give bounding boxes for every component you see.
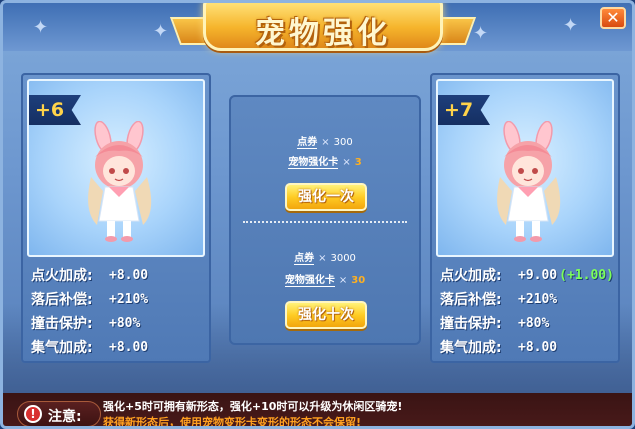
once-cost-cards: 宠物强化卡 × 3 (229, 153, 421, 169)
stat-row-charge: 集气加成: +8.00 (31, 335, 206, 359)
notice-bar: ! 注意: 强化+5时可拥有新形态，强化+10时可以升级为休闲区骑宠! 获得新形… (3, 393, 632, 429)
stat-value: +210% (109, 291, 149, 307)
stat-row-charge: 集气加成: +8.00 (440, 335, 615, 359)
stat-row-ignition: 点火加成: +9.00 (+1.00) (440, 263, 615, 287)
title-banner: 宠物强化 (203, 3, 443, 51)
stat-label: 点火加成: (440, 268, 502, 284)
enhance-options-panel: 点券 × 300 宠物强化卡 × 3 强化一次 点券 × 3000 宠物强化卡 × 30 强化十… (229, 95, 421, 345)
notice-label: 注意: (48, 409, 82, 425)
stat-row-collision: 撞击保护: +80% (31, 311, 206, 335)
stat-label: 撞击保护: (440, 316, 502, 332)
stat-label: 撞击保护: (31, 316, 93, 332)
multiply-sign: × (338, 275, 348, 286)
cost-item-name: 点券 (297, 137, 318, 149)
stat-value: +8.00 (518, 339, 558, 355)
ten-cost-points: 点券 × 3000 (229, 249, 421, 265)
multiply-sign: × (318, 253, 327, 264)
star-icon: ✦ (33, 17, 49, 38)
multiply-sign: × (342, 157, 351, 168)
stat-label: 点火加成: (31, 268, 93, 284)
multiply-sign: × (321, 137, 330, 148)
pet-bunny-icon (88, 121, 152, 242)
once-cost-points: 点券 × 300 (229, 133, 421, 149)
cost-item-qty: 3 (354, 157, 362, 168)
stat-row-catchup: 落后补偿: +210% (440, 287, 615, 311)
notice-text-line-1: 强化+5时可拥有新形态，强化+10时可以升级为休闲区骑宠! (103, 400, 403, 413)
window-title: 宠物强化 (255, 16, 391, 51)
stat-label: 集气加成: (31, 340, 93, 356)
notice-text-line-2: 获得新形态后，使用宠物变形卡变形的形态不会保留! (103, 416, 362, 429)
pet-bunny-icon (497, 121, 561, 242)
next-pet-card: +7 (436, 79, 614, 257)
next-pet-panel: +7 点火加成: +9.00 (+1.00) 落后补偿: +210% 撞击保护:… (430, 73, 620, 363)
ten-cost-cards: 宠物强化卡 × 30 (229, 271, 421, 287)
stat-label: 集气加成: (440, 340, 502, 356)
alert-icon: ! (24, 405, 42, 423)
cost-item-qty: 300 (333, 137, 353, 148)
star-icon: ✦ (563, 15, 579, 36)
cost-item-qty: 30 (351, 275, 366, 286)
stat-row-ignition: 点火加成: +8.00 (31, 263, 206, 287)
stat-value: +8.00 (109, 339, 149, 355)
stat-value: +8.00 (109, 267, 149, 283)
stat-label: 落后补偿: (31, 292, 93, 308)
enhance-ten-button[interactable]: 强化十次 (285, 301, 367, 329)
stat-value: +80% (518, 315, 550, 331)
stat-row-catchup: 落后补偿: +210% (31, 287, 206, 311)
cost-item-name: 点券 (294, 253, 315, 265)
stat-label: 落后补偿: (440, 292, 502, 308)
section-divider (243, 221, 407, 223)
stat-value: +210% (518, 291, 558, 307)
pet-enhance-window: ✦ ✦ ✦ ✦ 宠物强化 ✕ +6 点火加成: +8.00 落后补偿: +210… (0, 0, 635, 429)
next-stats-list: 点火加成: +9.00 (+1.00) 落后补偿: +210% 撞击保护: +8… (440, 263, 615, 359)
cost-item-name: 宠物强化卡 (288, 157, 339, 169)
current-pet-card: +6 (27, 79, 205, 257)
enhance-once-button[interactable]: 强化一次 (285, 183, 367, 211)
stat-row-collision: 撞击保护: +80% (440, 311, 615, 335)
current-stats-list: 点火加成: +8.00 落后补偿: +210% 撞击保护: +80% 集气加成:… (31, 263, 206, 359)
close-icon: ✕ (606, 8, 620, 27)
star-icon: ✦ (153, 21, 169, 42)
current-pet-panel: +6 点火加成: +8.00 落后补偿: +210% 撞击保护: +80% 集气… (21, 73, 211, 363)
notice-badge: ! 注意: (17, 401, 101, 426)
stat-bonus: (+1.00) (559, 267, 614, 283)
cost-item-qty: 3000 (330, 253, 356, 264)
stat-value: +9.00 (518, 267, 558, 283)
star-icon: ✦ (473, 23, 489, 44)
cost-item-name: 宠物强化卡 (284, 275, 335, 287)
close-button[interactable]: ✕ (600, 7, 626, 29)
stat-value: +80% (109, 315, 141, 331)
